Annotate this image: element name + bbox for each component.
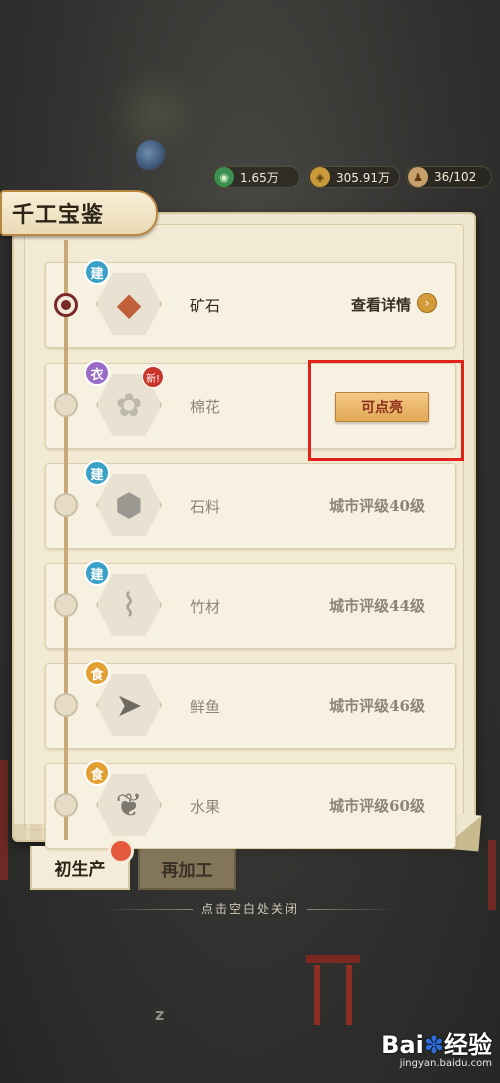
item-card-fruit[interactable]: 食 ❦ 水果 城市评级60级 bbox=[45, 760, 456, 849]
timeline-node bbox=[54, 393, 78, 417]
currency-population-value: 36/102 bbox=[434, 170, 477, 184]
chevron-right-icon[interactable]: › bbox=[417, 293, 437, 313]
category-badge-build: 建 bbox=[84, 560, 110, 586]
unlock-requirement: 城市评级44级 bbox=[329, 597, 425, 615]
item-name: 水果 bbox=[190, 798, 221, 816]
timeline-node bbox=[54, 593, 78, 617]
category-badge-build: 建 bbox=[84, 460, 110, 486]
copper-coin-icon: ◈ bbox=[310, 167, 330, 187]
item-name: 石料 bbox=[190, 498, 221, 516]
category-badge-food: 食 bbox=[84, 760, 110, 786]
paw-icon: ✽ bbox=[423, 1031, 444, 1059]
unlock-requirement: 城市评级46级 bbox=[329, 697, 425, 715]
panel-title-banner: 千工宝鉴 bbox=[0, 190, 158, 236]
close-hint-text: 点击空白处关闭 bbox=[200, 902, 299, 916]
gate-top bbox=[306, 955, 360, 963]
item-name: 鲜鱼 bbox=[190, 698, 221, 716]
gate-pillar bbox=[346, 965, 352, 1025]
panel-title: 千工宝鉴 bbox=[12, 202, 105, 228]
view-details-link[interactable]: 查看详情 bbox=[351, 294, 411, 315]
timeline-node bbox=[54, 493, 78, 517]
watermark-logo: Bai✽经验 bbox=[381, 1025, 492, 1060]
timeline-node bbox=[54, 693, 78, 717]
item-name: 矿石 bbox=[190, 297, 221, 315]
currency-jade-value: 1.65万 bbox=[240, 170, 279, 185]
sleep-icon: z bbox=[155, 1005, 165, 1024]
close-hint[interactable]: 点击空白处关闭 bbox=[0, 900, 500, 917]
background-gate bbox=[306, 955, 360, 1025]
unlock-requirement: 城市评级60级 bbox=[329, 797, 425, 815]
new-badge: 新! bbox=[142, 366, 164, 388]
currency-population: ♟ 36/102 bbox=[406, 166, 492, 188]
category-badge-build: 建 bbox=[84, 259, 110, 285]
category-badge-food: 食 bbox=[84, 660, 110, 686]
item-card-stone[interactable]: 建 ⬢ 石料 城市评级40级 bbox=[45, 460, 456, 549]
item-card-ore[interactable]: 建 ◆ 矿石 查看详情 › bbox=[45, 259, 456, 348]
currency-jade: ◉ 1.65万 bbox=[212, 166, 300, 188]
tab-indicator-dot bbox=[108, 838, 134, 864]
background-pillar-left bbox=[0, 760, 8, 880]
timeline-node-active bbox=[54, 293, 78, 317]
background-lantern bbox=[136, 140, 166, 172]
currency-copper-value: 305.91万 bbox=[336, 170, 390, 185]
item-name: 竹材 bbox=[190, 598, 221, 616]
item-name: 棉花 bbox=[190, 398, 221, 416]
currency-copper: ◈ 305.91万 bbox=[308, 166, 400, 188]
watermark-logo-text: Bai bbox=[381, 1031, 424, 1059]
watermark-logo-suffix: 经验 bbox=[444, 1031, 492, 1059]
tab-reprocessing[interactable]: 再加工 bbox=[138, 846, 236, 890]
watermark-url: jingyan.baidu.com bbox=[399, 1058, 492, 1069]
population-icon: ♟ bbox=[408, 167, 428, 187]
gate-pillar bbox=[314, 965, 320, 1025]
jade-coin-icon: ◉ bbox=[214, 167, 234, 187]
unlock-requirement: 城市评级40级 bbox=[329, 497, 425, 515]
highlight-box bbox=[308, 360, 464, 461]
watermark: Bai✽经验 jingyan.baidu.com bbox=[381, 1025, 492, 1069]
category-badge-clothing: 衣 bbox=[84, 360, 110, 386]
item-card-bamboo[interactable]: 建 ⌇ 竹材 城市评级44级 bbox=[45, 560, 456, 649]
item-card-fish[interactable]: 食 ➤ 鲜鱼 城市评级46级 bbox=[45, 660, 456, 749]
timeline-node bbox=[54, 793, 78, 817]
timeline-line bbox=[64, 240, 68, 840]
